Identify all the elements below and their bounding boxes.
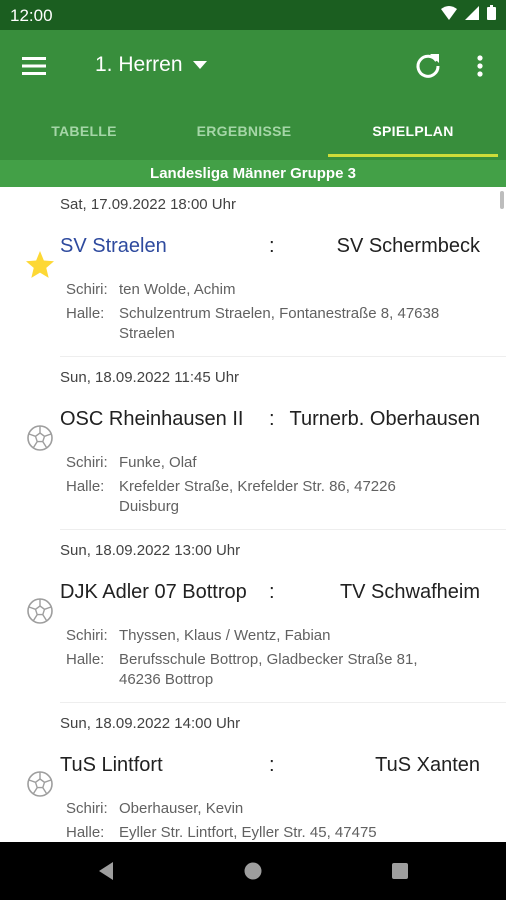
score-separator: : <box>269 235 275 257</box>
match-date: Sat, 17.09.2022 18:00 Uhr <box>60 196 236 213</box>
home-team: TuS Lintfort <box>60 754 163 776</box>
signal-icon <box>465 5 479 25</box>
match-list[interactable]: Sat, 17.09.2022 18:00 Uhr SV Straelen : … <box>0 187 506 842</box>
score-separator: : <box>269 754 275 776</box>
star-icon[interactable] <box>24 249 56 281</box>
ball-icon <box>24 768 56 800</box>
hall-value: Eyller Str. Lintfort, Eyller Str. 45, 47… <box>119 824 377 841</box>
referee-label: Schiri: <box>66 281 108 298</box>
referee-label: Schiri: <box>66 800 108 817</box>
referee-value: Funke, Olaf <box>119 454 197 471</box>
status-icons <box>441 5 496 25</box>
match-date: Sun, 18.09.2022 14:00 Uhr <box>60 715 241 732</box>
away-team: TuS Xanten <box>375 754 480 776</box>
ball-icon <box>24 595 56 627</box>
hall-value: Berufsschule Bottrop, Gladbecker Straße … <box>119 651 418 688</box>
league-header: Landesliga Männer Gruppe 3 <box>0 160 506 187</box>
divider <box>60 356 506 357</box>
menu-icon[interactable] <box>20 52 48 80</box>
match-item[interactable]: Sun, 18.09.2022 11:45 Uhr OSC Rheinhause… <box>0 360 506 533</box>
status-time: 12:00 <box>10 6 53 25</box>
hall-value: Krefelder Straße, Krefelder Str. 86, 472… <box>119 478 396 515</box>
home-team: OSC Rheinhausen II <box>60 408 244 430</box>
team-selector[interactable]: 1. Herren <box>95 50 207 80</box>
more-vert-icon[interactable] <box>468 50 492 82</box>
scrollbar[interactable] <box>500 191 504 209</box>
away-team: Turnerb. Oberhausen <box>289 408 480 430</box>
battery-icon <box>487 5 496 25</box>
score-separator: : <box>269 408 275 430</box>
home-icon[interactable] <box>241 859 265 883</box>
tab-ergebnisse[interactable]: ERGEBNISSE <box>160 102 328 160</box>
team-name: 1. Herren <box>95 53 183 76</box>
app-bar: 1. Herren <box>0 30 506 102</box>
away-team: TV Schwafheim <box>339 581 480 603</box>
match-date: Sun, 18.09.2022 11:45 Uhr <box>60 369 240 386</box>
status-bar: 12:00 <box>0 0 506 30</box>
referee-value: ten Wolde, Achim <box>119 281 236 298</box>
wifi-icon <box>441 5 457 25</box>
home-team: DJK Adler 07 Bottrop <box>60 581 247 603</box>
match-item[interactable]: Sun, 18.09.2022 14:00 Uhr TuS Lintfort :… <box>0 706 506 842</box>
match-date: Sun, 18.09.2022 13:00 Uhr <box>60 542 241 559</box>
referee-label: Schiri: <box>66 454 108 471</box>
dropdown-arrow-icon <box>192 56 207 74</box>
hall-value: Schulzentrum Straelen, Fontanestraße 8, … <box>119 305 440 342</box>
divider <box>60 529 506 530</box>
navigation-bar <box>0 842 506 900</box>
tab-tabelle[interactable]: TABELLE <box>0 102 168 160</box>
referee-value: Thyssen, Klaus / Wentz, Fabian <box>119 627 331 644</box>
hall-label: Halle: <box>66 478 105 495</box>
referee-value: Oberhauser, Kevin <box>119 800 244 817</box>
ball-icon <box>24 422 56 454</box>
home-team: SV Straelen <box>60 235 167 257</box>
hall-label: Halle: <box>66 824 105 841</box>
match-item[interactable]: Sun, 18.09.2022 13:00 Uhr DJK Adler 07 B… <box>0 533 506 706</box>
hall-label: Halle: <box>66 651 105 668</box>
tab-spielplan[interactable]: SPIELPLAN <box>328 102 498 160</box>
tab-indicator <box>328 154 498 157</box>
back-icon[interactable] <box>94 859 118 883</box>
refresh-icon[interactable] <box>412 50 444 82</box>
score-separator: : <box>269 581 275 603</box>
hall-label: Halle: <box>66 305 105 322</box>
away-team: SV Schermbeck <box>336 235 480 257</box>
divider <box>60 702 506 703</box>
referee-label: Schiri: <box>66 627 108 644</box>
tab-bar: TABELLE ERGEBNISSE SPIELPLAN <box>0 102 506 160</box>
recents-icon[interactable] <box>388 859 412 883</box>
match-item[interactable]: Sat, 17.09.2022 18:00 Uhr SV Straelen : … <box>0 187 506 360</box>
